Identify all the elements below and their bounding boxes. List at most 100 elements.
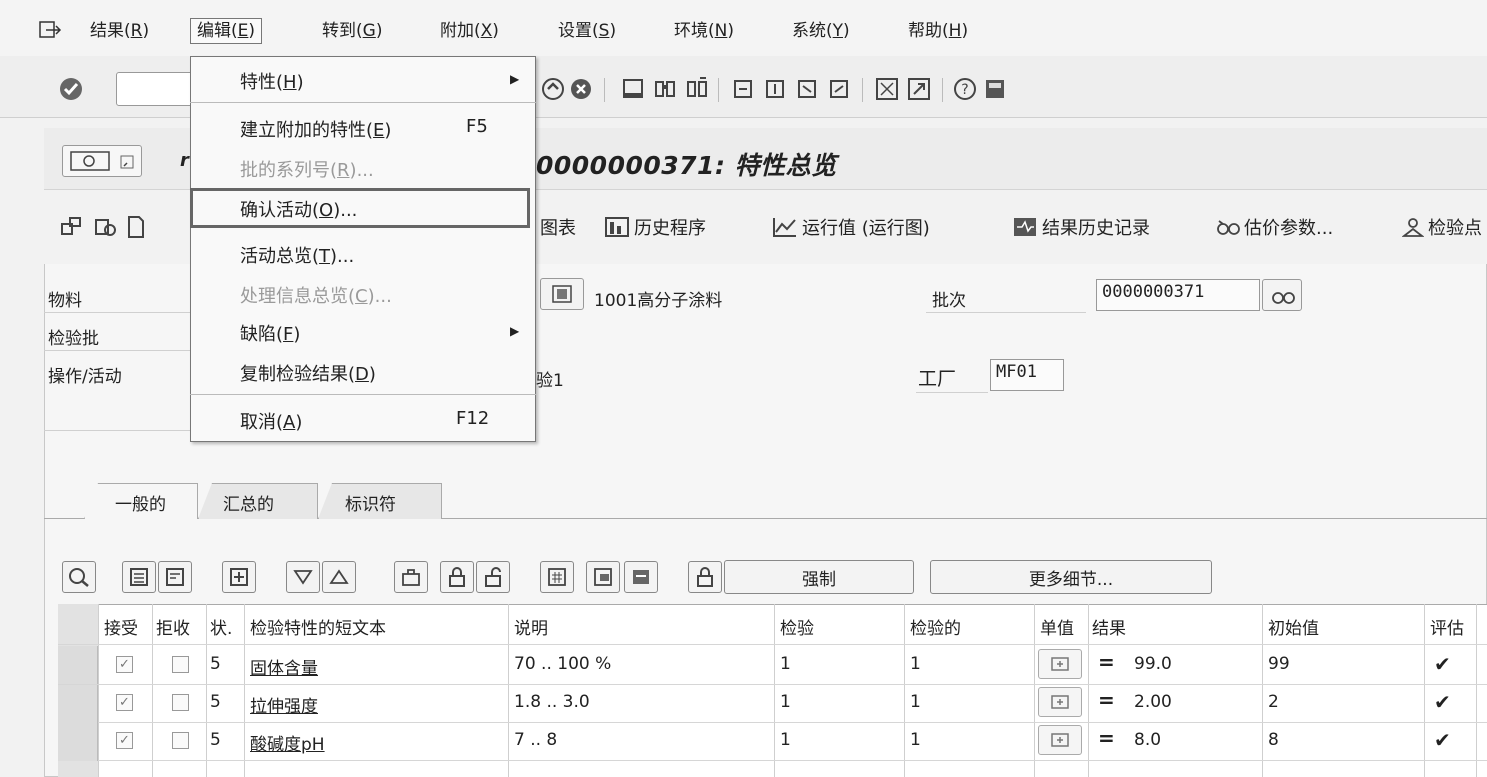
result-field[interactable]: 2.00: [1134, 692, 1172, 712]
accept-checkbox[interactable]: ✓: [116, 656, 133, 673]
char-text-link[interactable]: 酸碱度pH: [250, 730, 325, 755]
col-header-single-value[interactable]: 单值: [1040, 606, 1074, 642]
menu-environment[interactable]: 环境(N): [674, 20, 734, 42]
col-header-description[interactable]: 说明: [514, 606, 548, 642]
menu-edit[interactable]: 编辑(E): [190, 18, 263, 44]
more-details-button[interactable]: 更多细节...: [930, 560, 1212, 594]
result-history-icon: [1014, 218, 1036, 236]
single-value-button[interactable]: [1038, 649, 1082, 679]
copy-icon[interactable]: [92, 214, 118, 240]
menu-settings[interactable]: 设置(S): [558, 20, 616, 42]
command-field[interactable]: [116, 72, 196, 106]
row-selector[interactable]: [58, 646, 98, 684]
enter-check-icon[interactable]: [58, 76, 84, 102]
unlock-icon: [485, 567, 501, 587]
char-text-link[interactable]: 固体含量: [250, 654, 318, 679]
valuation-params-button[interactable]: 估价参数...: [1216, 214, 1333, 240]
inspection-point-button[interactable]: 检验点: [1402, 214, 1482, 240]
col-header-accept[interactable]: 接受: [104, 606, 138, 642]
batch-label: 批次: [932, 291, 966, 311]
menu-item-defects[interactable]: 缺陷(F): [240, 320, 300, 346]
reject-checkbox[interactable]: [172, 732, 189, 749]
description-cell: 1.8 .. 3.0: [514, 692, 590, 712]
menu-item-cancel[interactable]: 取消(A): [240, 408, 302, 434]
result-history-button[interactable]: 结果历史记录: [1012, 214, 1150, 240]
inspected-cell: 1: [910, 730, 921, 750]
row-selector[interactable]: [58, 723, 98, 761]
detail-button[interactable]: [62, 561, 96, 593]
screen-options-button[interactable]: [62, 145, 142, 177]
initial-value-cell: 2: [1268, 692, 1279, 712]
col-header-reject[interactable]: 拒收: [156, 606, 190, 642]
accept-checkbox[interactable]: ✓: [116, 732, 133, 749]
calculator-button[interactable]: [540, 561, 574, 593]
select-block-button[interactable]: [222, 561, 256, 593]
accept-checkbox[interactable]: ✓: [116, 694, 133, 711]
document-icon[interactable]: [126, 214, 146, 240]
tab-identifiers[interactable]: 标识符: [318, 483, 442, 519]
label-underline: [44, 312, 190, 313]
batch-glasses-button[interactable]: [1262, 279, 1302, 311]
chart-button[interactable]: 图表: [540, 214, 576, 240]
menu-item-copy-results[interactable]: 复制检验结果(D): [240, 360, 376, 386]
transfer-button[interactable]: [394, 561, 428, 593]
menu-extras[interactable]: 附加(X): [440, 20, 499, 42]
tab-summary[interactable]: 汇总的: [198, 483, 318, 519]
col-header-inspect[interactable]: 检验: [780, 606, 814, 642]
row-selector[interactable]: [58, 685, 98, 723]
label-underline: [44, 350, 190, 351]
char-text-link[interactable]: 拉伸强度: [250, 692, 318, 717]
equals-operator: =: [1098, 650, 1115, 674]
inspected-cell: 1: [910, 692, 921, 712]
single-value-button[interactable]: [1038, 687, 1082, 717]
deselect-all-button[interactable]: [158, 561, 192, 593]
plant-field[interactable]: MF01: [990, 359, 1064, 391]
menu-help[interactable]: 帮助(H): [908, 20, 968, 42]
menu-item-characteristics[interactable]: 特性(H): [240, 68, 304, 94]
select-all-button[interactable]: [122, 561, 156, 593]
reject-checkbox[interactable]: [172, 656, 189, 673]
lock-all-button[interactable]: [688, 561, 722, 593]
column-divider: [98, 604, 99, 777]
stamp-button[interactable]: [624, 561, 658, 593]
material-display-button[interactable]: [540, 278, 584, 310]
reject-checkbox[interactable]: [172, 694, 189, 711]
run-chart-button[interactable]: 运行值 (运行图): [772, 214, 930, 240]
tab-general[interactable]: 一般的: [84, 483, 198, 519]
header-row-divider: [58, 644, 1487, 645]
column-divider: [774, 604, 775, 777]
structure-icon[interactable]: [58, 214, 84, 240]
column-divider: [508, 604, 509, 777]
valuation-accept-icon: ✔: [1434, 652, 1451, 676]
transfer-icon: [402, 569, 420, 586]
batch-field[interactable]: 0000000371: [1096, 279, 1260, 311]
col-header-status[interactable]: 状.: [210, 606, 232, 642]
history-chart-icon: [605, 217, 629, 237]
history-button[interactable]: 历史程序: [604, 214, 706, 240]
menu-item-activity-overview[interactable]: 活动总览(T)...: [240, 242, 354, 268]
col-header-inspected[interactable]: 检验的: [910, 606, 961, 642]
sort-ascending-button[interactable]: [322, 561, 356, 593]
col-header-initial[interactable]: 初始值: [1268, 606, 1319, 642]
result-field[interactable]: 99.0: [1134, 654, 1172, 674]
inspection-lot-label: 检验批: [48, 329, 99, 349]
lock-button[interactable]: [440, 561, 474, 593]
menu-item-processing-info-overview: 处理信息总览(C)...: [240, 286, 392, 307]
form-button[interactable]: [586, 561, 620, 593]
menu-system[interactable]: 系统(Y): [792, 20, 850, 42]
menu-result[interactable]: 结果(R): [90, 20, 149, 42]
col-header-char-text[interactable]: 检验特性的短文本: [250, 606, 386, 642]
single-value-button[interactable]: [1038, 725, 1082, 755]
menu-item-create-additional-char[interactable]: 建立附加的特性(E): [240, 116, 391, 142]
exit-menu-icon[interactable]: [38, 20, 62, 40]
col-header-valuation[interactable]: 评估: [1430, 606, 1464, 642]
force-button[interactable]: 强制: [724, 560, 914, 594]
filter-down-icon: [293, 570, 313, 585]
col-header-result[interactable]: 结果: [1092, 606, 1126, 642]
screen-options-icon: [70, 151, 110, 171]
stamp-icon: [633, 570, 649, 584]
menu-goto[interactable]: 转到(G): [322, 20, 382, 42]
result-field[interactable]: 8.0: [1134, 730, 1161, 750]
sort-descending-button[interactable]: [286, 561, 320, 593]
unlock-button[interactable]: [476, 561, 510, 593]
